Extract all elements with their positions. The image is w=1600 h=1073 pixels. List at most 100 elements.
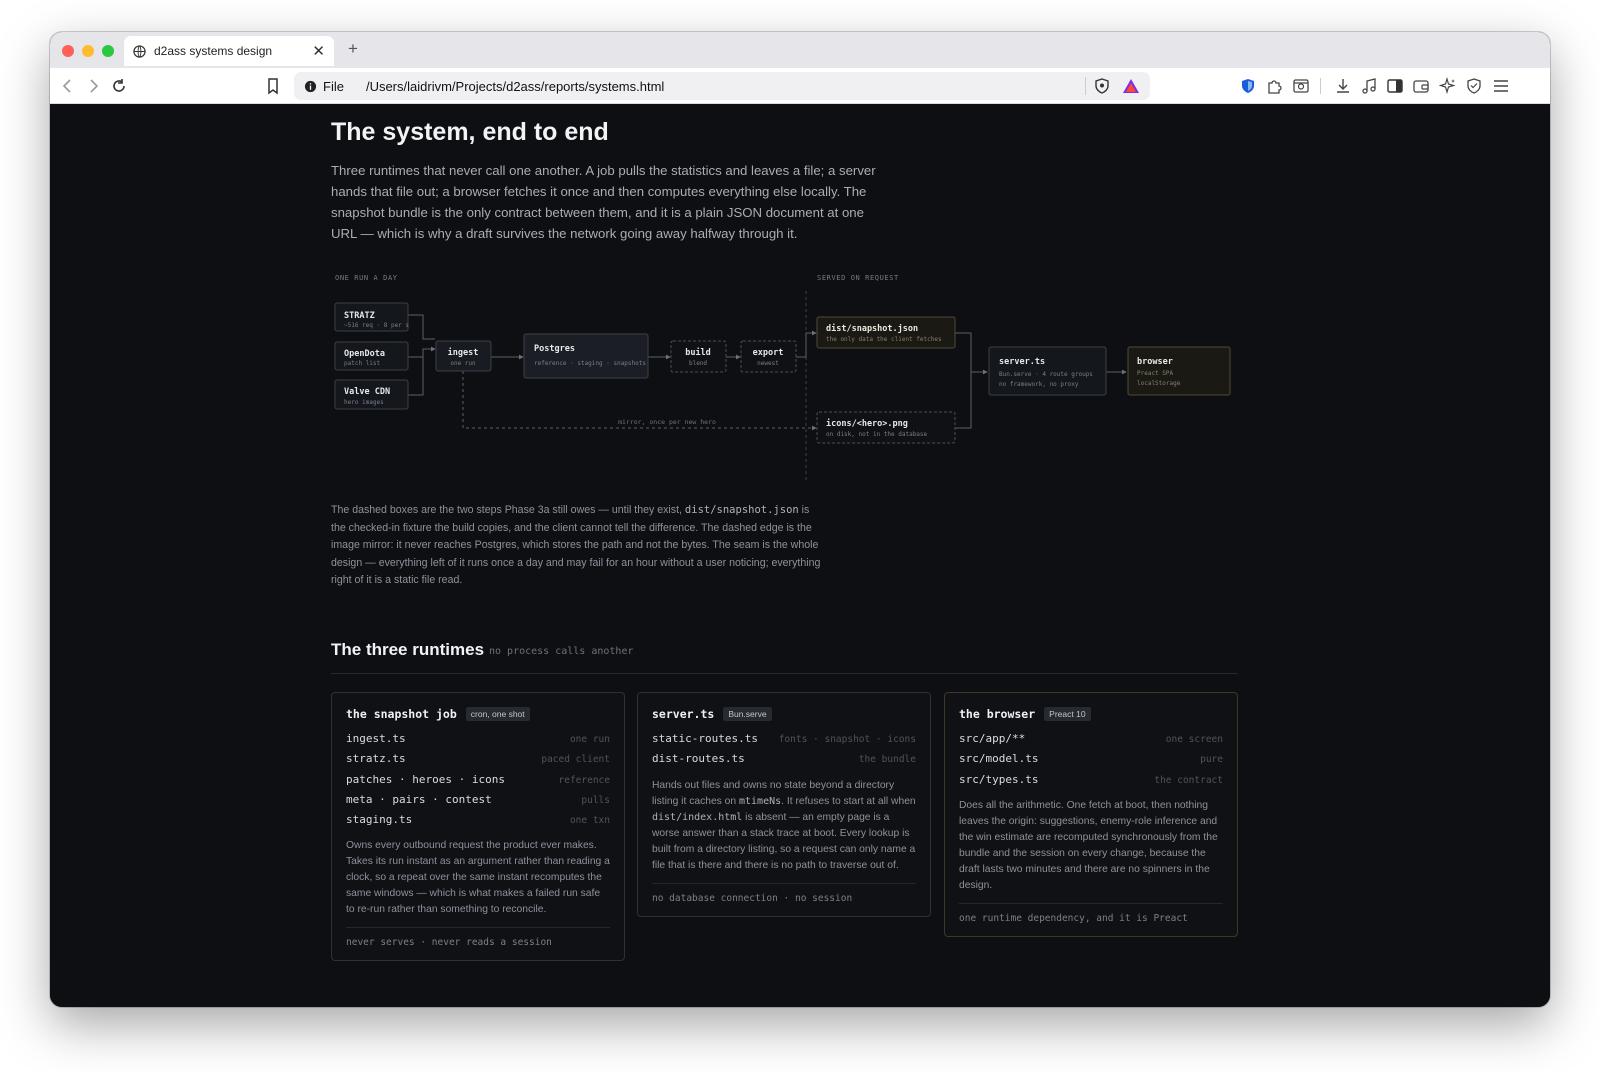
vpn-icon[interactable] xyxy=(1465,77,1483,95)
row-key: src/app/** xyxy=(959,732,1026,745)
leo-ai-icon[interactable] xyxy=(1439,77,1457,95)
desc-code: mtimeNs xyxy=(739,795,782,807)
card-badge: Preact 10 xyxy=(1044,707,1091,721)
node-icons-sub: on disk, not in the database xyxy=(826,431,928,438)
node-server-sub2: no framework, no proxy xyxy=(999,381,1079,388)
row-key: staging.ts xyxy=(346,813,413,827)
forward-icon[interactable] xyxy=(84,77,102,95)
window-close-button[interactable] xyxy=(62,45,74,57)
node-build-title: build xyxy=(685,347,711,358)
extensions-icon[interactable] xyxy=(1265,77,1283,95)
card-title: the snapshot job xyxy=(346,707,457,721)
note-text-1: The dashed boxes are the two steps Phase… xyxy=(331,504,682,516)
desc-code: dist/index.html xyxy=(652,811,743,823)
browser-window: d2ass systems design ✕ + File /Users/lai… xyxy=(50,32,1550,1007)
section-subheading: no process calls another xyxy=(489,646,634,657)
close-icon[interactable]: ✕ xyxy=(312,44,325,59)
page-lead: Three runtimes that never call one anoth… xyxy=(331,163,876,241)
node-stratz: STRATZ ~516 req · 8 per s xyxy=(334,302,409,332)
node-export-sub: newest xyxy=(757,360,779,367)
tab-active[interactable]: d2ass systems design ✕ xyxy=(124,36,334,66)
row-value: the contract xyxy=(1154,774,1223,786)
node-server: server.ts Bun.serve · 4 route groups no … xyxy=(988,346,1107,396)
node-opendota: OpenDota patch list xyxy=(334,341,409,371)
plus-icon[interactable]: + xyxy=(348,40,358,57)
page-content: The system, end to end Three runtimes th… xyxy=(50,104,1550,1007)
music-icon[interactable] xyxy=(1360,77,1378,95)
globe-icon xyxy=(133,44,146,58)
tab-strip: d2ass systems design ✕ + xyxy=(50,32,1550,68)
row-value: one txn xyxy=(569,815,610,827)
note-text-2: is the checked-in fixture the build copi… xyxy=(331,504,821,586)
node-postgres: Postgres reference · staging · snapshots xyxy=(523,333,649,379)
row-value: fonts · snapshot · icons xyxy=(778,734,916,745)
node-browser: browser Preact SPA localStorage xyxy=(1127,346,1231,396)
sidebar-icon[interactable] xyxy=(1386,77,1404,95)
window-minimize-button[interactable] xyxy=(82,45,94,57)
url-text[interactable]: /Users/laidrivm/Projects/d2ass/reports/s… xyxy=(366,79,1077,94)
card-footer: one runtime dependency, and it is Preact xyxy=(959,902,1223,936)
node-build: build blend xyxy=(670,340,727,373)
row-key: static-routes.ts xyxy=(652,732,758,745)
node-server-sub1: Bun.serve · 4 route groups xyxy=(999,371,1093,378)
runtime-card-snapshot-job: the snapshot job cron, one shot ingest.t… xyxy=(331,692,625,962)
card-description: Does all the arithmetic. One fetch at bo… xyxy=(959,799,1218,891)
card-footer: never serves · never reads a session xyxy=(346,927,610,960)
row-value: one screen xyxy=(1165,734,1223,745)
node-icons-png: icons/<hero>.png on disk, not in the dat… xyxy=(816,411,956,444)
card-row: static-routes.ts fonts · snapshot · icons xyxy=(652,732,916,752)
wallet-icon[interactable] xyxy=(1412,77,1430,95)
url-scheme: File xyxy=(323,78,344,94)
section-divider xyxy=(331,673,1238,674)
node-icons-title: icons/<hero>.png xyxy=(826,418,908,429)
card-row: src/app/** one screen xyxy=(959,732,1223,752)
window-maximize-button[interactable] xyxy=(102,45,114,57)
card-row: dist-routes.ts the bundle xyxy=(652,752,916,772)
info-icon[interactable] xyxy=(304,80,317,93)
brave-rewards-icon[interactable] xyxy=(1122,78,1140,94)
url-divider xyxy=(1085,77,1086,95)
menu-icon[interactable] xyxy=(1492,77,1510,95)
label-left: ONE RUN A DAY xyxy=(335,274,398,282)
edge-valve-ingest xyxy=(408,346,436,396)
node-server-title: server.ts xyxy=(999,357,1045,367)
node-browser-sub1: Preact SPA xyxy=(1137,370,1174,377)
node-snapshot-title: dist/snapshot.json xyxy=(826,323,918,334)
node-ingest-sub: one run xyxy=(450,360,476,367)
row-value: paced client xyxy=(541,754,610,766)
card-title: server.ts xyxy=(652,707,715,721)
desc-text: . It refuses to start at all when xyxy=(781,795,916,807)
card-description: Hands out files and owns no state beyond… xyxy=(652,778,916,874)
toolbar: File /Users/laidrivm/Projects/d2ass/repo… xyxy=(50,68,1550,104)
reload-icon[interactable] xyxy=(110,77,128,95)
row-key: meta · pairs · contest xyxy=(346,792,492,806)
runtime-card-server: server.ts Bun.serve static-routes.ts font… xyxy=(637,692,931,917)
card-row: ingest.ts one run xyxy=(346,732,610,752)
card-badge: Bun.serve xyxy=(723,707,772,721)
row-value: reference xyxy=(558,774,610,786)
row-value: one run xyxy=(569,734,610,745)
edge-mirror-label: mirror, once per new hero xyxy=(618,418,716,426)
row-key: ingest.ts xyxy=(346,732,406,745)
row-key: src/types.ts xyxy=(959,772,1039,786)
tab-title: d2ass systems design xyxy=(154,44,273,58)
node-opendota-sub: patch list xyxy=(344,360,381,367)
screenshot-icon[interactable] xyxy=(1292,77,1310,95)
node-build-sub: blend xyxy=(689,360,707,367)
row-key: src/model.ts xyxy=(959,752,1039,766)
download-icon[interactable] xyxy=(1334,77,1352,95)
bitwarden-icon[interactable] xyxy=(1239,77,1257,95)
edge-files-merge xyxy=(955,332,972,429)
node-browser-sub2: localStorage xyxy=(1137,380,1181,387)
node-ingest: ingest one run xyxy=(435,340,492,372)
diagram-note: The dashed boxes are the two steps Phase… xyxy=(331,502,826,590)
card-row: staging.ts one txn xyxy=(346,813,610,833)
system-diagram: ONE RUN A DAY SERVED ON REQUEST mirror, … xyxy=(334,274,1231,481)
back-icon[interactable] xyxy=(59,77,77,95)
card-row: patches · heroes · icons reference xyxy=(346,773,610,793)
node-valve-sub: hero images xyxy=(344,399,384,406)
bookmark-icon[interactable] xyxy=(264,77,282,95)
brave-shield-icon[interactable] xyxy=(1094,78,1110,94)
card-description: Owns every outbound request the product … xyxy=(346,840,610,916)
address-bar[interactable]: File /Users/laidrivm/Projects/d2ass/repo… xyxy=(294,72,1150,100)
